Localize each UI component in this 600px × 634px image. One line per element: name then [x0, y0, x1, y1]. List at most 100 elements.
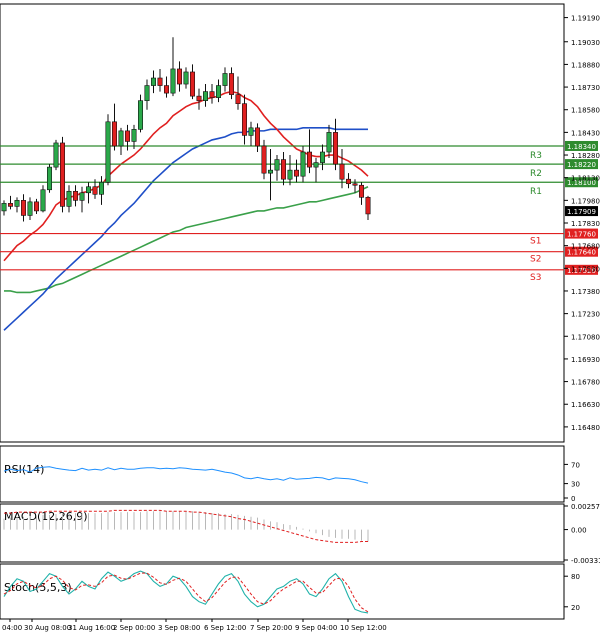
- price-tick-label: 1.17980: [571, 197, 600, 205]
- time-tick-label: 04:00: [2, 624, 22, 632]
- macd-tick-label: 0.00: [571, 527, 587, 535]
- candle-body: [267, 169, 273, 174]
- candle-body: [40, 189, 46, 212]
- candle-body: [293, 169, 299, 177]
- level-name-s1: S1: [530, 237, 541, 247]
- price-tick-label: 1.17230: [571, 311, 600, 319]
- price-tick-label: 1.17080: [571, 333, 600, 341]
- candle-body: [73, 190, 79, 201]
- time-tick-label: 2 Sep 00:00: [113, 624, 155, 632]
- candle-body: [339, 163, 345, 180]
- macd-tick-label: -0.003317: [571, 557, 600, 565]
- candle-body: [261, 145, 267, 174]
- forex-chart: R31.18340R21.18220R11.18100S11.17760S21.…: [0, 3, 600, 632]
- candle-body: [118, 130, 124, 147]
- time-tick-label: 9 Sep 04:00: [295, 624, 337, 632]
- macd-axis: 0.002571 0.00 -0.003317: [564, 503, 600, 565]
- current-price-label: 1.17909: [567, 208, 596, 216]
- macd-tick-label: 0.002571: [571, 503, 600, 511]
- level-price-label-r2: 1.18220: [567, 161, 596, 169]
- price-tick-label: 1.16930: [571, 356, 600, 364]
- candle-body: [144, 85, 150, 101]
- candle-body: [131, 129, 137, 142]
- candle-body: [235, 94, 241, 104]
- price-tick-label: 1.17530: [571, 265, 600, 273]
- candle-body: [59, 142, 65, 207]
- candle-body: [157, 77, 163, 86]
- stoch-plot-area: [0, 563, 565, 620]
- level-name-r2: R2: [530, 169, 542, 179]
- candle-body: [203, 91, 209, 101]
- price-tick-label: 1.19030: [571, 39, 600, 47]
- main-plot-area: [0, 3, 565, 443]
- candle-body: [138, 100, 144, 130]
- candle-body: [280, 159, 286, 180]
- candle-body: [8, 203, 14, 207]
- candle-body: [177, 68, 183, 85]
- time-tick-label: 3 Sep 08:00: [158, 624, 200, 632]
- price-tick-label: 1.17680: [571, 243, 600, 251]
- price-tick-label: 1.17830: [571, 220, 600, 228]
- level-price-label-s1: 1.17760: [567, 231, 596, 239]
- candle-body: [300, 151, 306, 177]
- candle-body: [196, 95, 202, 101]
- candle-body: [112, 121, 118, 147]
- candle-body: [164, 85, 170, 94]
- candle-body: [151, 77, 157, 86]
- rsi-tick-label: 30: [571, 481, 580, 489]
- main-panel: R31.18340R21.18220R11.18100S11.17760S21.…: [0, 3, 600, 443]
- candle-body: [92, 186, 98, 195]
- candle-body: [332, 132, 338, 165]
- rsi-tick-label: 70: [571, 461, 580, 469]
- time-tick-label: 30 Aug 08:00: [24, 624, 71, 632]
- price-axis: 1.19190 1.19030 1.18880 1.18730 1.18580 1.184…: [564, 15, 600, 432]
- candle-body: [313, 162, 319, 168]
- candle-body: [14, 200, 20, 207]
- stoch-axis: 80 20: [564, 573, 580, 612]
- candle-body: [53, 142, 59, 168]
- candle-body: [274, 159, 280, 171]
- price-tick-label: 1.18580: [571, 107, 600, 115]
- rsi-axis: 70 30 0: [564, 461, 580, 503]
- candle-body: [125, 130, 131, 142]
- level-name-r3: R3: [530, 151, 542, 161]
- price-tick-label: 1.18730: [571, 84, 600, 92]
- time-tick-label: 31 Aug 16:00: [68, 624, 115, 632]
- candle-body: [209, 91, 215, 98]
- candle-body: [242, 103, 248, 136]
- candle-body: [255, 127, 261, 147]
- rsi-tick-label: 0: [571, 495, 575, 503]
- level-name-s2: S2: [530, 255, 541, 265]
- candle-body: [326, 132, 332, 153]
- price-tick-label: 1.18880: [571, 61, 600, 69]
- candle-body: [358, 184, 364, 198]
- rsi-panel: RSI(14) 70300: [0, 445, 580, 503]
- macd-panel: MACD(12,26,9) 0.0025710.00-0.003317: [0, 503, 600, 565]
- candle-body: [20, 200, 26, 216]
- level-name-r1: R1: [530, 187, 542, 197]
- candle-body: [183, 71, 189, 85]
- stoch-tick-label: 80: [571, 573, 580, 581]
- candle-body: [216, 85, 222, 98]
- time-tick-label: 10 Sep 12:00: [340, 624, 387, 632]
- candle-body: [46, 166, 52, 191]
- time-tick-label: 7 Sep 20:00: [250, 624, 292, 632]
- stoch-panel: Stoch(5,5,3) 8020: [0, 563, 580, 620]
- price-tick-label: 1.16780: [571, 379, 600, 387]
- stoch-tick-label: 20: [571, 604, 580, 612]
- price-tick-label: 1.18280: [571, 152, 600, 160]
- price-tick-label: 1.17380: [571, 288, 600, 296]
- candle-body: [105, 121, 111, 183]
- candle-body: [66, 190, 72, 207]
- level-price-label-r3: 1.18340: [567, 143, 596, 151]
- candle-body: [86, 186, 92, 194]
- candle-body: [352, 183, 358, 186]
- candle-body: [287, 169, 293, 180]
- candle-body: [27, 201, 33, 216]
- price-tick-label: 1.18130: [571, 175, 600, 183]
- price-tick-label: 1.18430: [571, 129, 600, 137]
- time-axis: 04:00 30 Aug 08:0031 Aug 16:002 Sep 00:00…: [2, 619, 387, 632]
- price-tick-label: 1.16480: [571, 424, 600, 432]
- candle-body: [99, 181, 105, 195]
- rsi-plot-area: [0, 445, 565, 503]
